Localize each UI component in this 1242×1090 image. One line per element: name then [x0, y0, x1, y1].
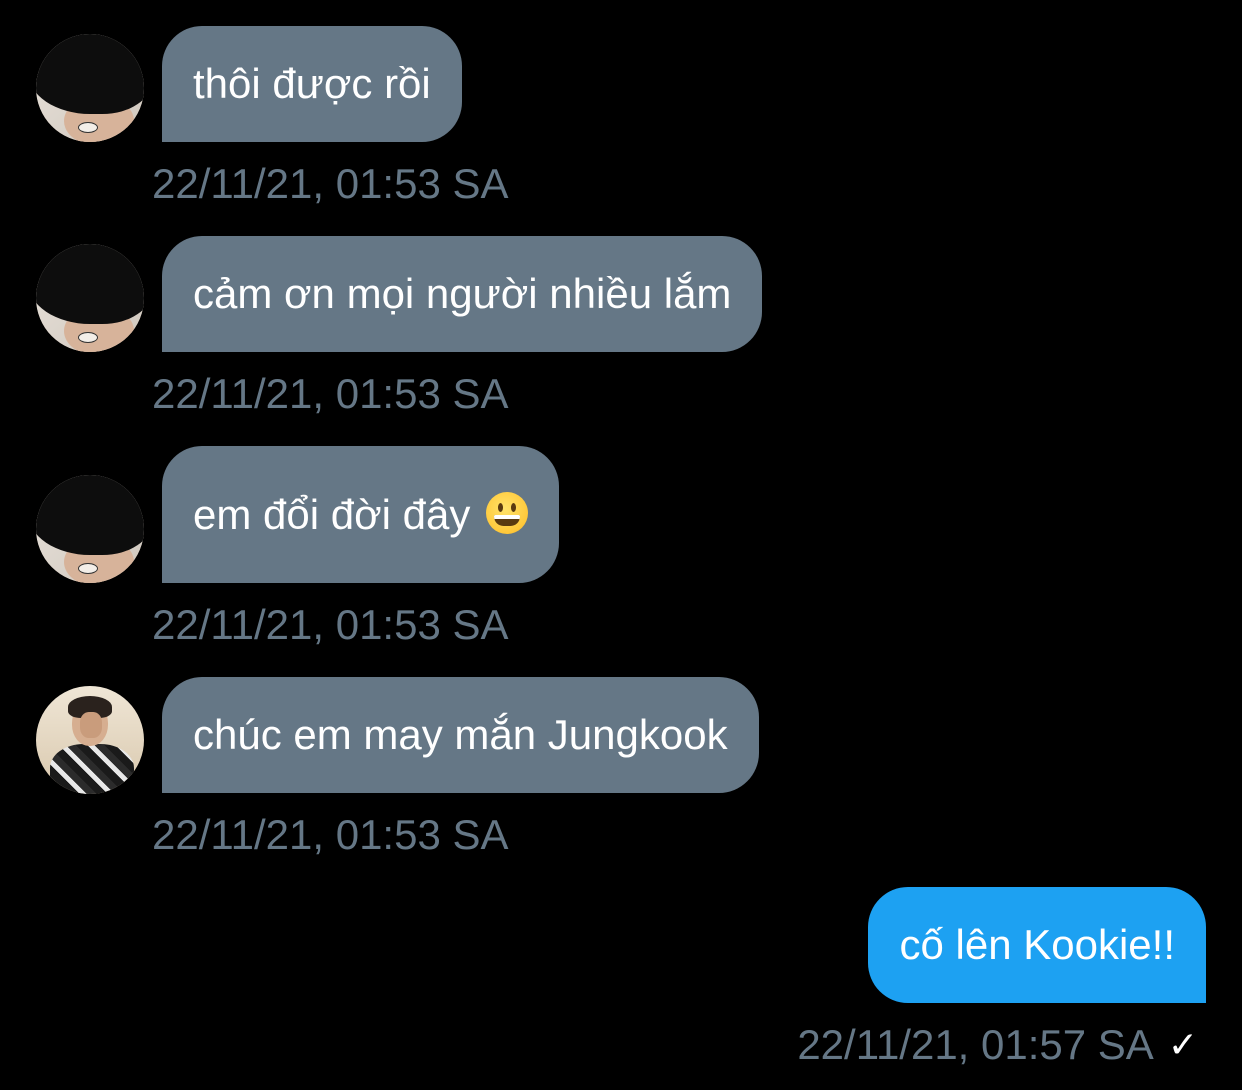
avatar[interactable] [36, 244, 144, 352]
avatar[interactable] [36, 475, 144, 583]
message-bubble[interactable]: em đổi đời đây [162, 446, 560, 583]
checkmark-icon: ✓ [1167, 1025, 1198, 1066]
message-timestamp: 22/11/21, 01:57 SA ✓ [797, 1020, 1198, 1071]
message-text: thôi được rồi [193, 60, 431, 107]
message-bubble-sent[interactable]: cố lên Kookie!! [868, 887, 1206, 1003]
message-bubble[interactable]: thôi được rồi [162, 26, 462, 142]
message-timestamp: 22/11/21, 01:53 SA [152, 811, 509, 858]
grinning-face-emoji-icon [486, 492, 529, 534]
message-timestamp: 22/11/21, 01:53 SA [152, 601, 509, 648]
message-bubble[interactable]: cảm ơn mọi người nhiều lắm [162, 236, 763, 352]
avatar[interactable] [36, 686, 144, 794]
message-text: em đổi đời đây [193, 491, 471, 538]
avatar[interactable] [36, 34, 144, 142]
message-text: cảm ơn mọi người nhiều lắm [193, 270, 732, 317]
message-text: cố lên Kookie!! [899, 921, 1175, 968]
message-timestamp: 22/11/21, 01:53 SA [152, 370, 509, 417]
message-timestamp-text: 22/11/21, 01:57 SA [797, 1021, 1154, 1068]
message-timestamp: 22/11/21, 01:53 SA [152, 160, 509, 207]
message-text: chúc em may mắn Jungkook [193, 711, 728, 758]
message-bubble[interactable]: chúc em may mắn Jungkook [162, 677, 759, 793]
